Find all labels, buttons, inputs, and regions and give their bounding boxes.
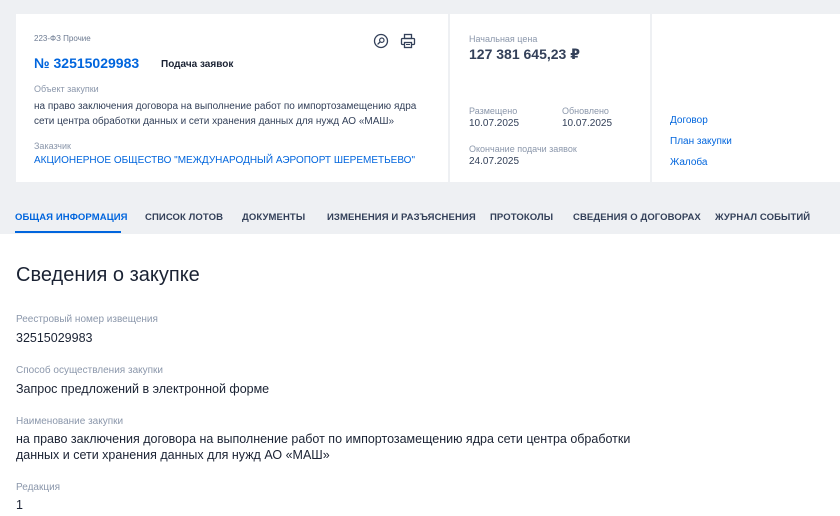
customer-label: Заказчик xyxy=(34,141,71,151)
purchase-number[interactable]: № 32515029983 xyxy=(34,55,139,71)
tab-lots[interactable]: СПИСОК ЛОТОВ xyxy=(145,212,223,223)
revision-value: 1 xyxy=(16,498,23,512)
placed-date: 10.07.2025 xyxy=(469,118,520,129)
field-label: Редакция xyxy=(16,482,61,493)
tab-event-log[interactable]: ЖУРНАЛ СОБЫТИЙ xyxy=(715,212,810,223)
field-label: Наименование закупки xyxy=(16,416,124,427)
tab-general-info[interactable]: ОБЩАЯ ИНФОРМАЦИЯ xyxy=(15,212,128,223)
customer-link[interactable]: АКЦИОНЕРНОЕ ОБЩЕСТВО "МЕЖДУНАРОДНЫЙ АЭРО… xyxy=(34,155,415,166)
start-price: 127 381 645,23 ₽ xyxy=(469,46,580,62)
complaint-link[interactable]: Жалоба xyxy=(670,157,707,168)
tab-contracts[interactable]: СВЕДЕНИЯ О ДОГОВОРАХ xyxy=(573,212,701,223)
active-tab-indicator xyxy=(15,231,121,233)
purchase-stage: Подача заявок xyxy=(161,59,234,70)
object-text: на право заключения договора на выполнен… xyxy=(34,101,417,127)
registry-number-value: 32515029983 xyxy=(16,331,93,345)
field-label: Способ осуществления закупки xyxy=(16,365,163,376)
deadline-date: 24.07.2025 xyxy=(469,156,520,167)
procurement-name-value: на право заключения договора на выполнен… xyxy=(16,432,631,462)
related-links-card: Договор План закупки Жалоба xyxy=(652,14,840,182)
updated-date: 10.07.2025 xyxy=(562,118,613,129)
tab-protocols[interactable]: ПРОТОКОЛЫ xyxy=(490,212,553,223)
start-price-label: Начальная цена xyxy=(469,34,538,44)
field-label: Реестровый номер извещения xyxy=(16,314,158,325)
tab-changes[interactable]: ИЗМЕНЕНИЯ И РАЗЪЯСНЕНИЯ xyxy=(327,212,476,223)
purchase-plan-link[interactable]: План закупки xyxy=(670,136,732,147)
printer-icon[interactable] xyxy=(400,33,416,49)
placed-label: Размещено xyxy=(469,106,518,116)
deadline-label: Окончание подачи заявок xyxy=(469,144,577,154)
law-tag: 223-ФЗ Прочие xyxy=(34,34,91,43)
purchase-summary-card: 223-ФЗ Прочие № 32515029983 Подача заяво… xyxy=(16,14,448,182)
updated-label: Обновлено xyxy=(562,106,609,116)
price-card: Начальная цена 127 381 645,23 ₽ Размещен… xyxy=(450,14,650,182)
search-icon[interactable] xyxy=(373,33,389,49)
procurement-method-value: Запрос предложений в электронной форме xyxy=(16,382,270,396)
object-label: Объект закупки xyxy=(34,84,99,94)
contract-link[interactable]: Договор xyxy=(670,115,708,126)
tab-bar: ОБЩАЯ ИНФОРМАЦИЯ СПИСОК ЛОТОВ ДОКУМЕНТЫ … xyxy=(0,200,840,234)
tab-documents[interactable]: ДОКУМЕНТЫ xyxy=(242,212,305,223)
section-title: Сведения о закупке xyxy=(16,264,200,286)
